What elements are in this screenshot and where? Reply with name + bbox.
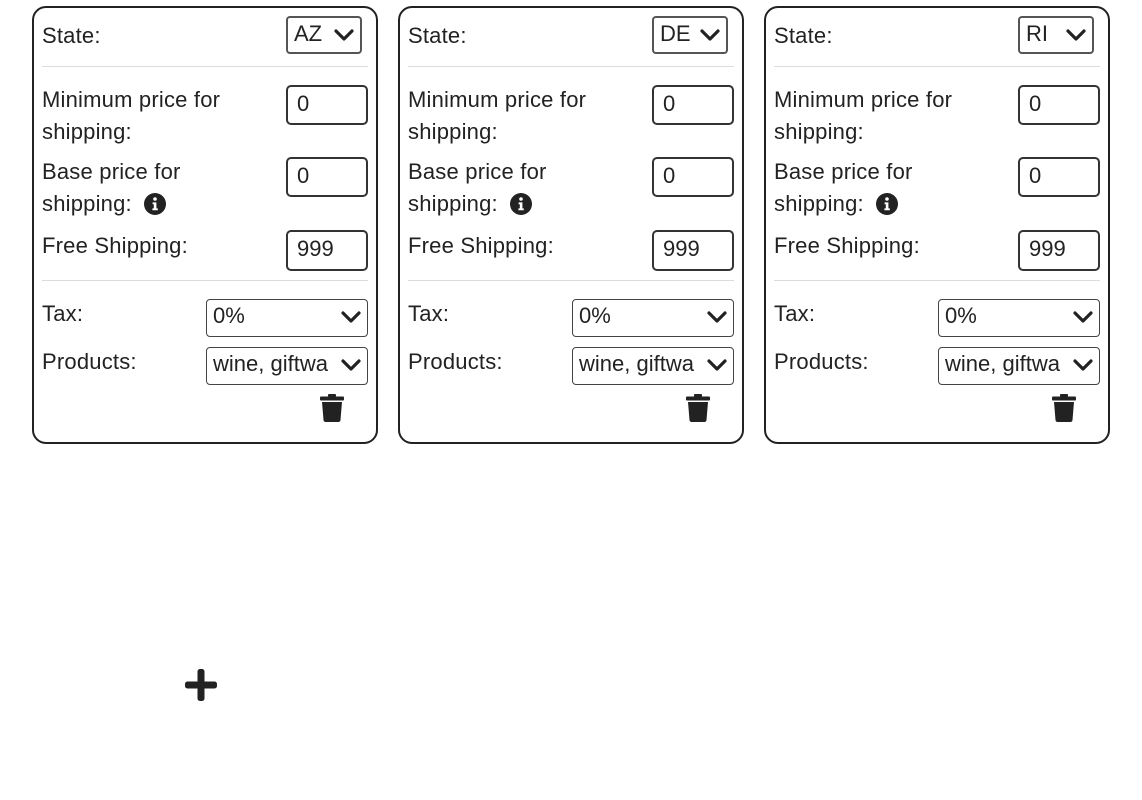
- state-card: State: AZ Minimum price for shipping: 0 …: [32, 6, 378, 444]
- tax-select[interactable]: 0%: [572, 299, 734, 337]
- free-shipping-label: Free Shipping:: [774, 233, 920, 258]
- chevron-down-icon: [341, 358, 361, 372]
- free-shipping-value: 999: [297, 236, 334, 261]
- tax-label: Tax:: [774, 301, 816, 326]
- base-price-input[interactable]: 0: [652, 157, 734, 197]
- products-label: Products:: [42, 349, 137, 374]
- free-shipping-input[interactable]: 999: [1018, 230, 1100, 271]
- trash-icon[interactable]: [686, 394, 710, 422]
- min-price-value: 0: [297, 91, 310, 116]
- min-price-label: Minimum price for shipping:: [42, 87, 221, 144]
- min-price-value: 0: [663, 91, 676, 116]
- tax-value: 0%: [579, 303, 611, 328]
- state-value: AZ: [294, 21, 323, 46]
- products-label: Products:: [774, 349, 869, 374]
- products-select[interactable]: wine, giftwa: [572, 347, 734, 385]
- products-label: Products:: [408, 349, 503, 374]
- products-select[interactable]: wine, giftwa: [206, 347, 368, 385]
- base-price-value: 0: [663, 163, 676, 188]
- info-circle-icon[interactable]: [510, 193, 533, 215]
- base-price-input[interactable]: 0: [286, 157, 368, 197]
- base-price-value: 0: [297, 163, 310, 188]
- free-shipping-input[interactable]: 999: [286, 230, 368, 271]
- free-shipping-input[interactable]: 999: [652, 230, 734, 271]
- tax-select[interactable]: 0%: [206, 299, 368, 337]
- divider: [42, 66, 368, 67]
- free-shipping-value: 999: [663, 236, 700, 261]
- products-select[interactable]: wine, giftwa: [938, 347, 1100, 385]
- tax-select[interactable]: 0%: [938, 299, 1100, 337]
- state-label: State:: [42, 23, 101, 48]
- divider: [42, 280, 368, 281]
- info-circle-icon[interactable]: [876, 193, 899, 215]
- chevron-down-icon: [1073, 358, 1093, 372]
- state-select[interactable]: DE: [652, 16, 728, 54]
- min-price-input[interactable]: 0: [286, 85, 368, 125]
- state-select[interactable]: AZ: [286, 16, 362, 54]
- tax-value: 0%: [213, 303, 245, 328]
- divider: [774, 66, 1100, 67]
- state-card: State: RI Minimum price for shipping: 0 …: [764, 6, 1110, 444]
- plus-icon[interactable]: [184, 668, 218, 702]
- products-value: wine, giftwa: [579, 351, 694, 376]
- trash-icon[interactable]: [1052, 394, 1076, 422]
- state-value: RI: [1026, 21, 1048, 46]
- min-price-value: 0: [1029, 91, 1042, 116]
- base-price-value: 0: [1029, 163, 1042, 188]
- base-price-label: Base price for shipping:: [408, 156, 628, 220]
- base-price-input[interactable]: 0: [1018, 157, 1100, 197]
- min-price-input[interactable]: 0: [1018, 85, 1100, 125]
- tax-label: Tax:: [408, 301, 450, 326]
- divider: [408, 66, 734, 67]
- state-select[interactable]: RI: [1018, 16, 1094, 54]
- free-shipping-label: Free Shipping:: [42, 233, 188, 258]
- info-circle-icon[interactable]: [144, 193, 167, 215]
- base-price-label: Base price for shipping:: [42, 156, 262, 220]
- chevron-down-icon: [707, 358, 727, 372]
- state-label: State:: [408, 23, 467, 48]
- tax-label: Tax:: [42, 301, 84, 326]
- state-label: State:: [774, 23, 833, 48]
- products-value: wine, giftwa: [213, 351, 328, 376]
- chevron-down-icon: [1066, 29, 1086, 41]
- free-shipping-value: 999: [1029, 236, 1066, 261]
- chevron-down-icon: [707, 311, 727, 323]
- divider: [774, 280, 1100, 281]
- state-card: State: DE Minimum price for shipping: 0 …: [398, 6, 744, 444]
- min-price-label: Minimum price for shipping:: [408, 87, 587, 144]
- min-price-label: Minimum price for shipping:: [774, 87, 953, 144]
- free-shipping-label: Free Shipping:: [408, 233, 554, 258]
- base-price-label: Base price for shipping:: [774, 156, 994, 220]
- chevron-down-icon: [341, 311, 361, 323]
- chevron-down-icon: [1073, 311, 1093, 323]
- products-value: wine, giftwa: [945, 351, 1060, 376]
- tax-value: 0%: [945, 303, 977, 328]
- chevron-down-icon: [700, 29, 720, 41]
- min-price-input[interactable]: 0: [652, 85, 734, 125]
- state-value: DE: [660, 21, 691, 46]
- chevron-down-icon: [334, 29, 354, 41]
- divider: [408, 280, 734, 281]
- trash-icon[interactable]: [320, 394, 344, 422]
